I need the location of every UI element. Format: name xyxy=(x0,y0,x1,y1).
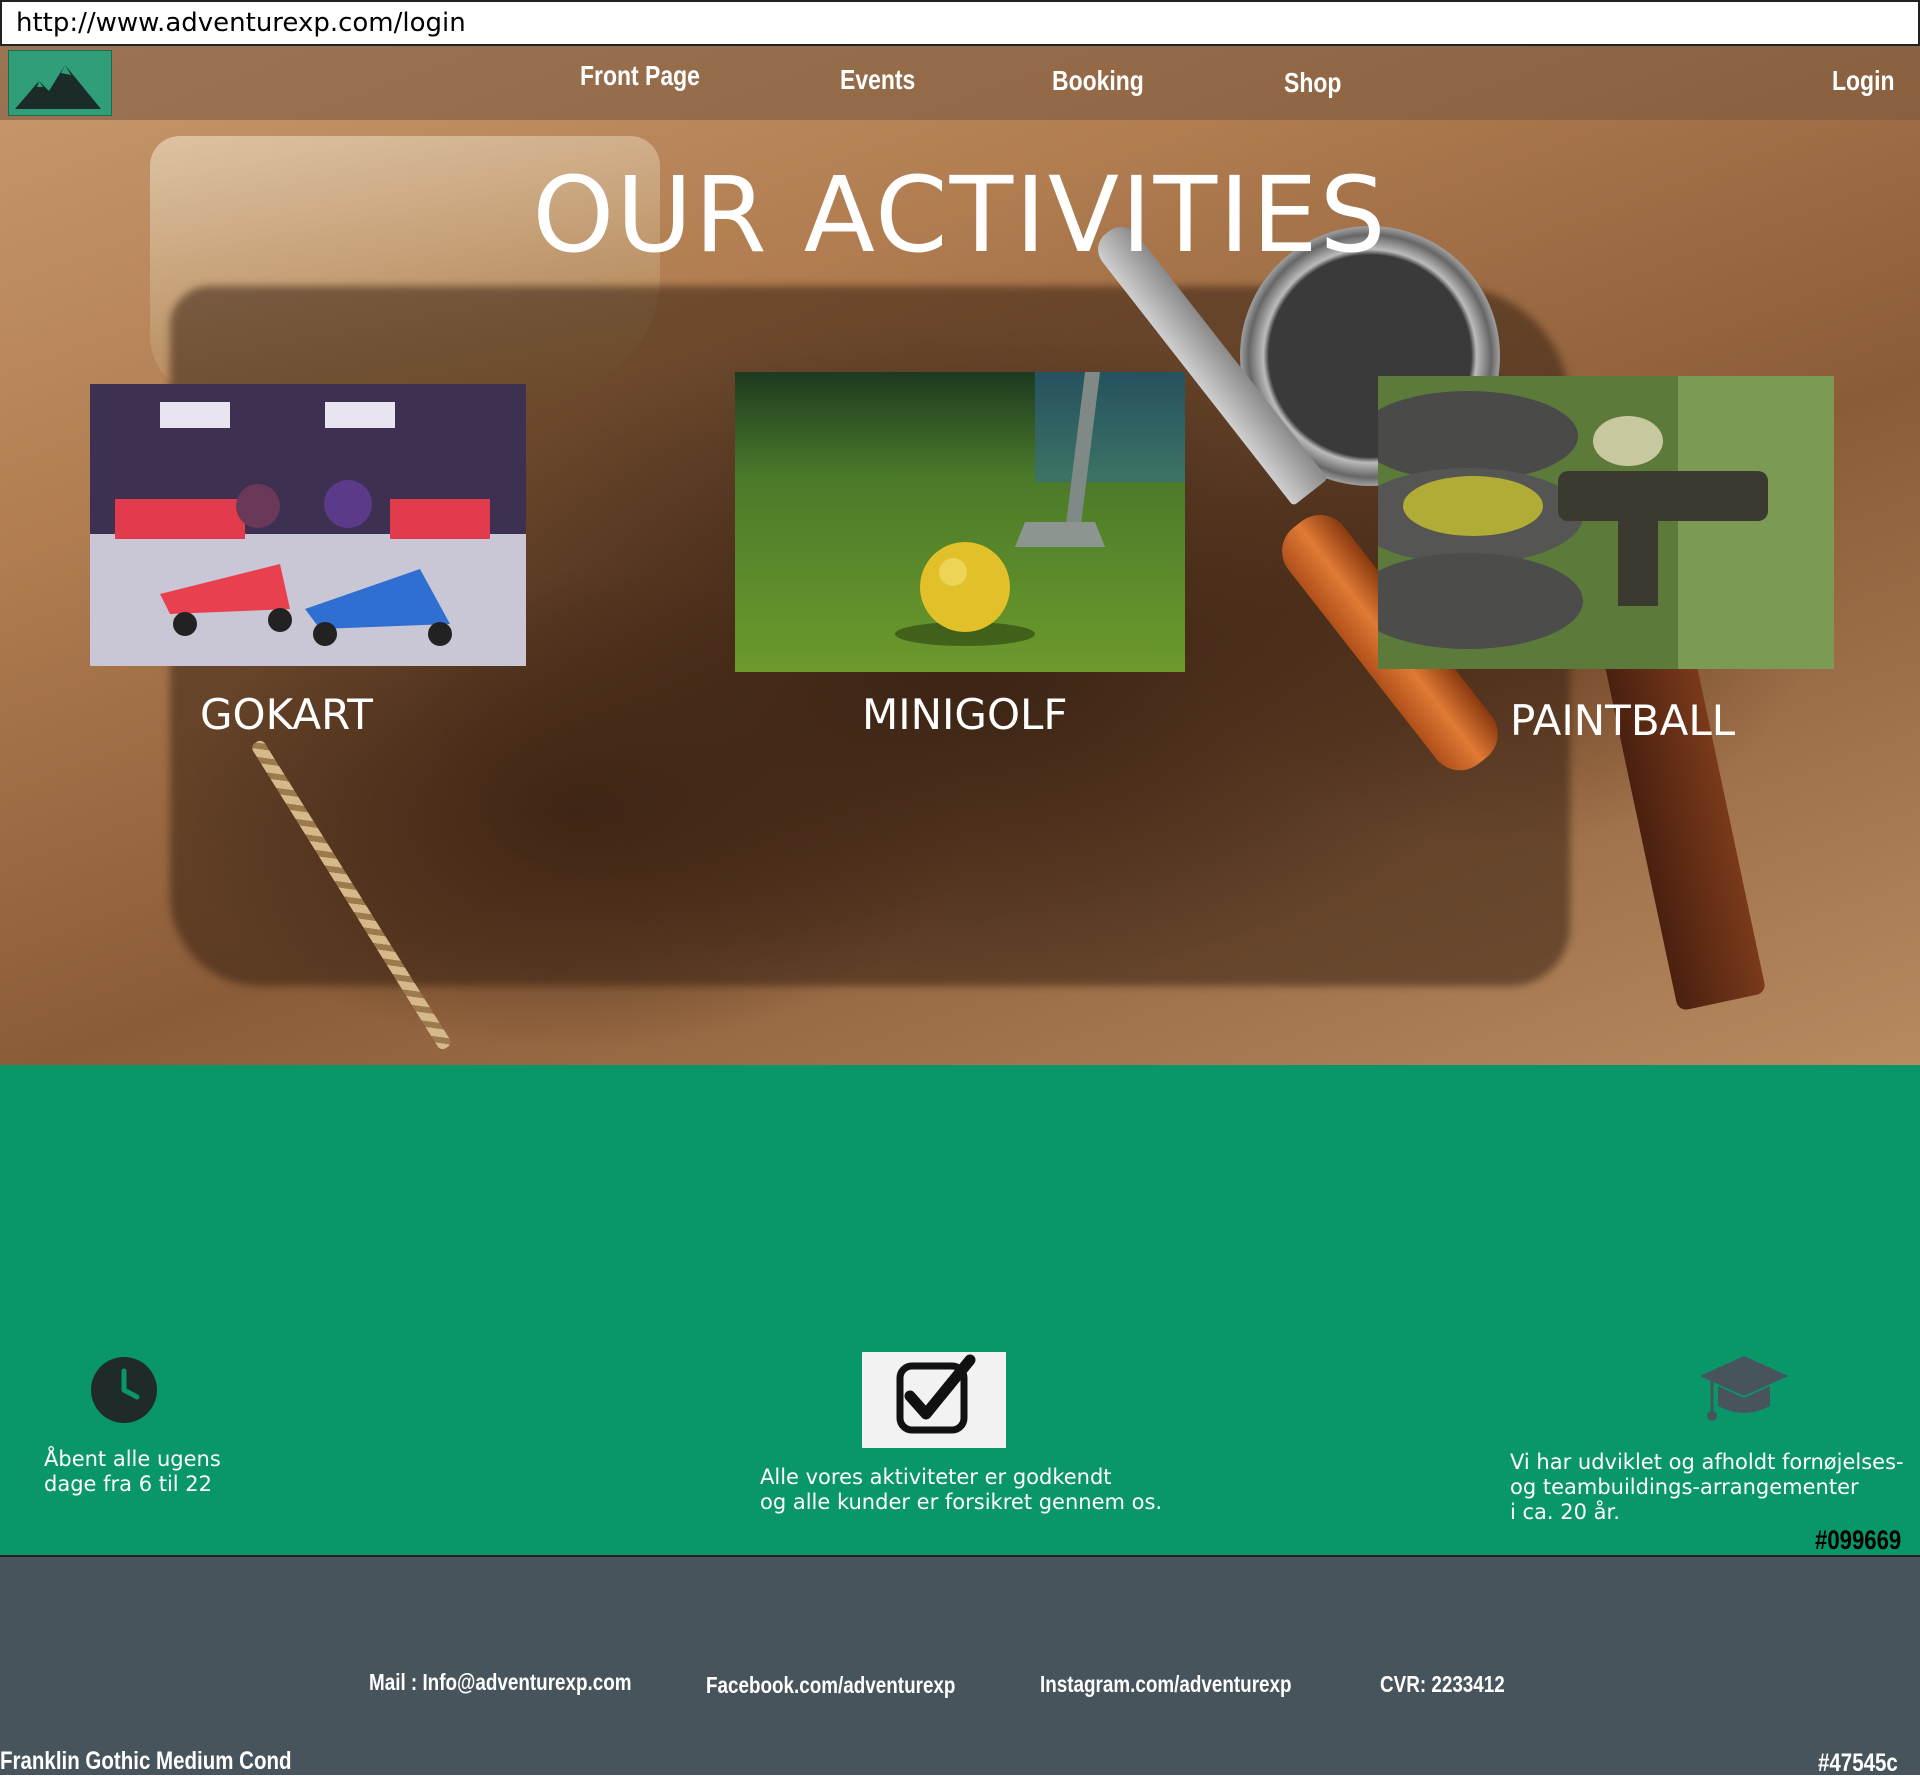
nav-login[interactable]: Login xyxy=(1832,65,1894,97)
graduation-cap-icon xyxy=(1698,1350,1790,1430)
activity-label-gokart[interactable]: GOKART xyxy=(200,690,373,739)
mountain-logo-graphic xyxy=(9,51,111,115)
font-note: Franklin Gothic Medium Cond xyxy=(0,1747,292,1775)
activity-label-minigolf[interactable]: MINIGOLF xyxy=(862,690,1068,739)
activity-label-paintball[interactable]: PAINTBALL xyxy=(1510,696,1735,745)
minigolf-image[interactable] xyxy=(735,372,1185,672)
footer-facebook-link[interactable]: Facebook.com/adventurexp xyxy=(706,1672,955,1699)
paintball-image[interactable] xyxy=(1378,376,1834,669)
checkbox-icon xyxy=(862,1352,1006,1448)
address-bar-url: http://www.adventurexp.com/login xyxy=(16,8,466,38)
nav-booking[interactable]: Booking xyxy=(1052,65,1144,97)
mountain-logo-icon[interactable] xyxy=(8,50,112,116)
footer-mail-link[interactable]: Mail : Info@adventurexp.com xyxy=(369,1669,632,1696)
features-band: Åbent alle ugens dage fra 6 til 22 Alle … xyxy=(0,1065,1920,1555)
footer-instagram-link[interactable]: Instagram.com/adventurexp xyxy=(1040,1671,1292,1698)
minigolf-photo xyxy=(735,372,1185,672)
address-bar[interactable]: http://www.adventurexp.com/login xyxy=(0,0,1920,46)
feature-text-hours: Åbent alle ugens dage fra 6 til 22 xyxy=(44,1447,221,1496)
nav-front-page[interactable]: Front Page xyxy=(580,60,700,92)
page-title: OUR ACTIVITIES xyxy=(532,154,1388,276)
nav-events[interactable]: Events xyxy=(840,64,915,96)
paintball-photo xyxy=(1378,376,1834,669)
color-note-green: #099669 xyxy=(1815,1525,1902,1555)
top-navigation: Front Page Events Booking Shop Login xyxy=(0,46,1920,120)
feature-text-experience: Vi har udviklet og afholdt fornøjelses- … xyxy=(1510,1450,1904,1524)
color-note-footer: #47545c xyxy=(1818,1749,1898,1777)
footer: Mail : Info@adventurexp.com Facebook.com… xyxy=(0,1555,1920,1777)
gokart-illustration xyxy=(90,384,526,666)
footer-cvr: CVR: 2233412 xyxy=(1380,1671,1505,1697)
feature-text-insured: Alle vores aktiviteter er godkendt og al… xyxy=(760,1465,1163,1514)
gokart-image[interactable] xyxy=(90,384,526,666)
nav-shop[interactable]: Shop xyxy=(1284,67,1341,99)
clock-icon xyxy=(91,1357,157,1423)
